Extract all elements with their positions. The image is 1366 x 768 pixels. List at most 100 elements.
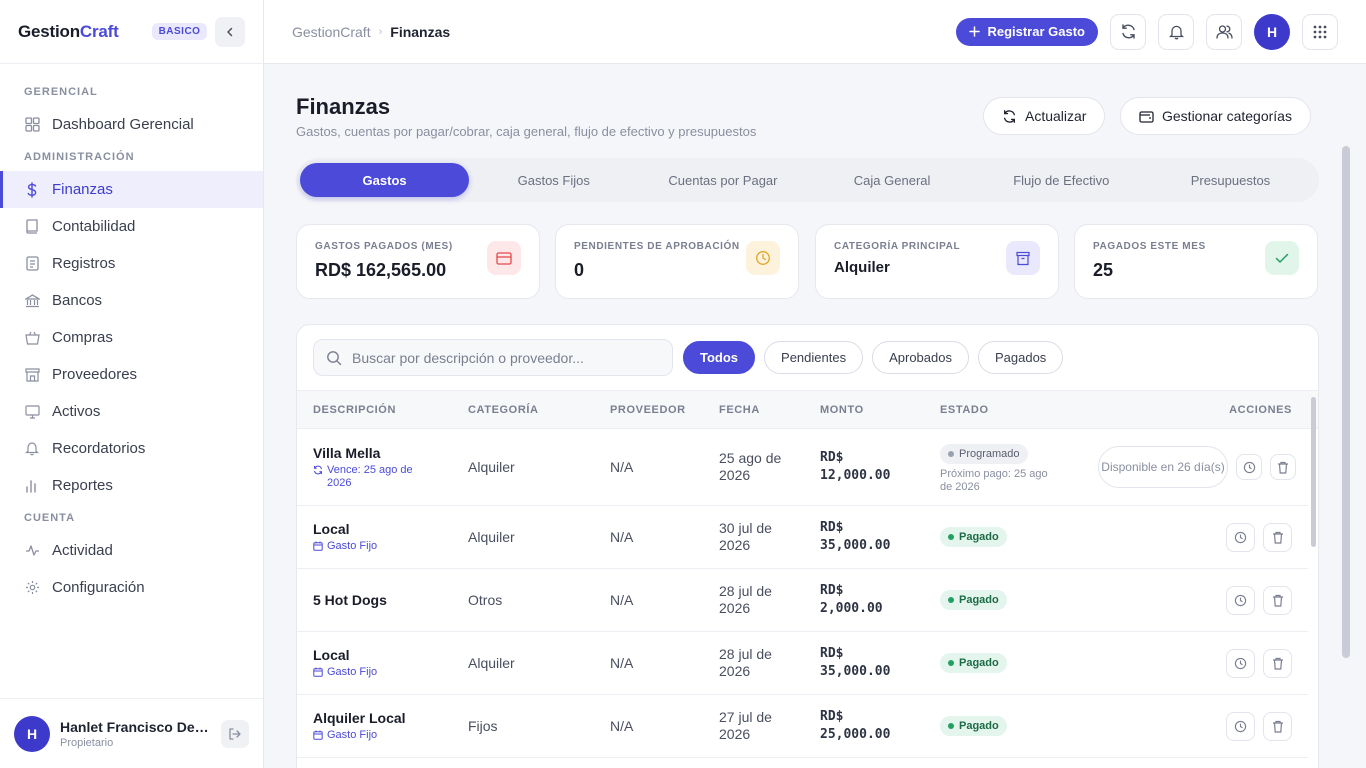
users-button[interactable] [1206,13,1242,50]
avatar[interactable]: H [14,715,50,752]
expense-title: Alquiler Local [313,710,406,726]
filter-pendientes[interactable]: Pendientes [764,341,864,374]
logout-icon [229,727,241,740]
search-box [313,339,673,376]
sidebar-item-bancos[interactable]: Bancos [0,282,263,319]
history-button[interactable] [1226,648,1255,678]
sync-button[interactable] [1110,13,1146,50]
status-badge: Programado [940,444,1028,464]
delete-button[interactable] [1263,648,1292,678]
column-header[interactable]: MONTO [820,404,864,416]
trash-icon [1272,657,1283,670]
trash-icon [1272,531,1283,544]
sidebar-item-compras[interactable]: Compras [0,319,263,356]
tab-flujo-de-efectivo[interactable]: Flujo de Efectivo [977,163,1146,197]
tab-cuentas-por-pagar[interactable]: Cuentas por Pagar [638,163,807,197]
tab-presupuestos[interactable]: Presupuestos [1146,163,1315,197]
column-header[interactable]: ESTADO [940,404,989,416]
sidebar-item-contabilidad[interactable]: Contabilidad [0,208,263,245]
expense-provider: N/A [610,592,634,608]
apps-button[interactable] [1302,13,1338,50]
manage-categories-button[interactable]: Gestionar categorías [1120,97,1311,135]
delete-button[interactable] [1270,454,1296,480]
trash-icon [1278,461,1288,474]
table-row[interactable]: Alquiler Local Gasto Fijo Fijos N/A 27 j… [297,695,1308,758]
expense-category: Alquiler [468,655,515,671]
tab-gastos-fijos[interactable]: Gastos Fijos [469,163,638,197]
delete-button[interactable] [1263,585,1292,615]
table-row[interactable]: Villa Mella Vence: 25 ago de 2026 Alquil… [297,429,1308,506]
collapse-sidebar-button[interactable] [215,16,245,47]
sidebar-item-finanzas[interactable]: Finanzas [0,171,263,208]
table-scrollbar[interactable] [1311,397,1316,547]
user-profile: H Hanlet Francisco De L... Propietario [0,698,263,768]
column-header[interactable]: FECHA [719,404,760,416]
expense-date: 28 jul de 2026 [719,583,772,616]
bell-icon [24,441,40,457]
tab-caja-general[interactable]: Caja General [808,163,977,197]
check-icon [1265,241,1299,275]
history-button[interactable] [1226,585,1255,615]
tab-gastos[interactable]: Gastos [300,163,470,197]
clock-icon [1234,594,1247,606]
refresh-button[interactable]: Actualizar [983,97,1106,135]
table-row[interactable]: Local Gasto Fijo Alquiler N/A 28 jul de … [297,632,1308,695]
sidebar-item-reportes[interactable]: Reportes [0,467,263,504]
sidebar-item-activos[interactable]: Activos [0,393,263,430]
breadcrumb-separator-icon: › [378,25,383,38]
sidebar-item-proveedores[interactable]: Proveedores [0,356,263,393]
filter-aprobados[interactable]: Aprobados [872,341,969,374]
book-icon [24,219,40,235]
history-button[interactable] [1226,522,1255,552]
expense-title: Local [313,521,350,537]
clock-icon [1234,657,1247,669]
expense-provider: N/A [610,655,634,671]
users-icon [1215,25,1233,39]
filter-todos[interactable]: Todos [683,341,756,374]
sidebar-item-recordatorios[interactable]: Recordatorios [0,430,263,467]
history-button[interactable] [1226,711,1255,741]
column-header[interactable]: DESCRIPCIÓN [313,404,396,416]
breadcrumb-root[interactable]: GestionCraft [292,24,371,40]
delete-button[interactable] [1263,522,1292,552]
table-row[interactable]: 5 Hot Dogs Otros N/A 28 jul de 2026 RD$ 2… [297,569,1308,632]
status-badge: Pagado [940,590,1007,610]
trash-icon [1272,720,1283,733]
delete-button[interactable] [1263,711,1292,741]
expense-amount: RD$ 12,000.00 [820,450,891,483]
logout-button[interactable] [221,719,249,748]
filter-pagados[interactable]: Pagados [977,341,1064,374]
status-badge: Pagado [940,653,1007,673]
calendar-icon [313,541,323,551]
column-header[interactable]: PROVEEDOR [610,404,686,416]
sidebar-item-dashboard[interactable]: Dashboard Gerencial [0,106,263,143]
expense-date: 27 jul de 2026 [719,709,772,742]
column-header[interactable]: CATEGORÍA [468,404,539,416]
avatar[interactable]: H [1254,13,1290,50]
notifications-button[interactable] [1158,13,1194,50]
calendar-icon [313,667,323,677]
sidebar-item-registros[interactable]: Registros [0,245,263,282]
stat-card-categoria: CATEGORÍA PRINCIPAL Alquiler [815,224,1059,299]
sidebar-item-actividad[interactable]: Actividad [0,532,263,569]
page-scrollbar[interactable] [1342,146,1350,658]
brand-header: GestionCraft BASICO [0,0,263,64]
activity-icon [24,543,40,559]
sidebar-item-configuracion[interactable]: Configuración [0,569,263,606]
history-button[interactable] [1236,454,1262,480]
table-row[interactable]: Local Gasto Fijo Alquiler N/A 30 jul de … [297,506,1308,569]
page-title: Finanzas [296,94,391,119]
search-input[interactable] [352,349,652,366]
column-header: ACCIONES [1229,403,1292,416]
expense-title: Local [313,647,350,663]
expense-title: 5 Hot Dogs [313,592,387,608]
clock-icon [1234,531,1247,543]
dollar-icon [24,181,40,198]
register-expense-button[interactable]: Registrar Gasto [956,17,1098,46]
expense-category: Otros [468,592,503,608]
brand-logo[interactable]: GestionCraft [18,22,119,42]
expense-category: Alquiler [468,459,515,475]
sidebar-item-label: Bancos [52,292,103,309]
apps-grid-icon [1313,25,1327,38]
pay-availability-button[interactable]: Disponible en 26 día(s) [1098,446,1228,488]
